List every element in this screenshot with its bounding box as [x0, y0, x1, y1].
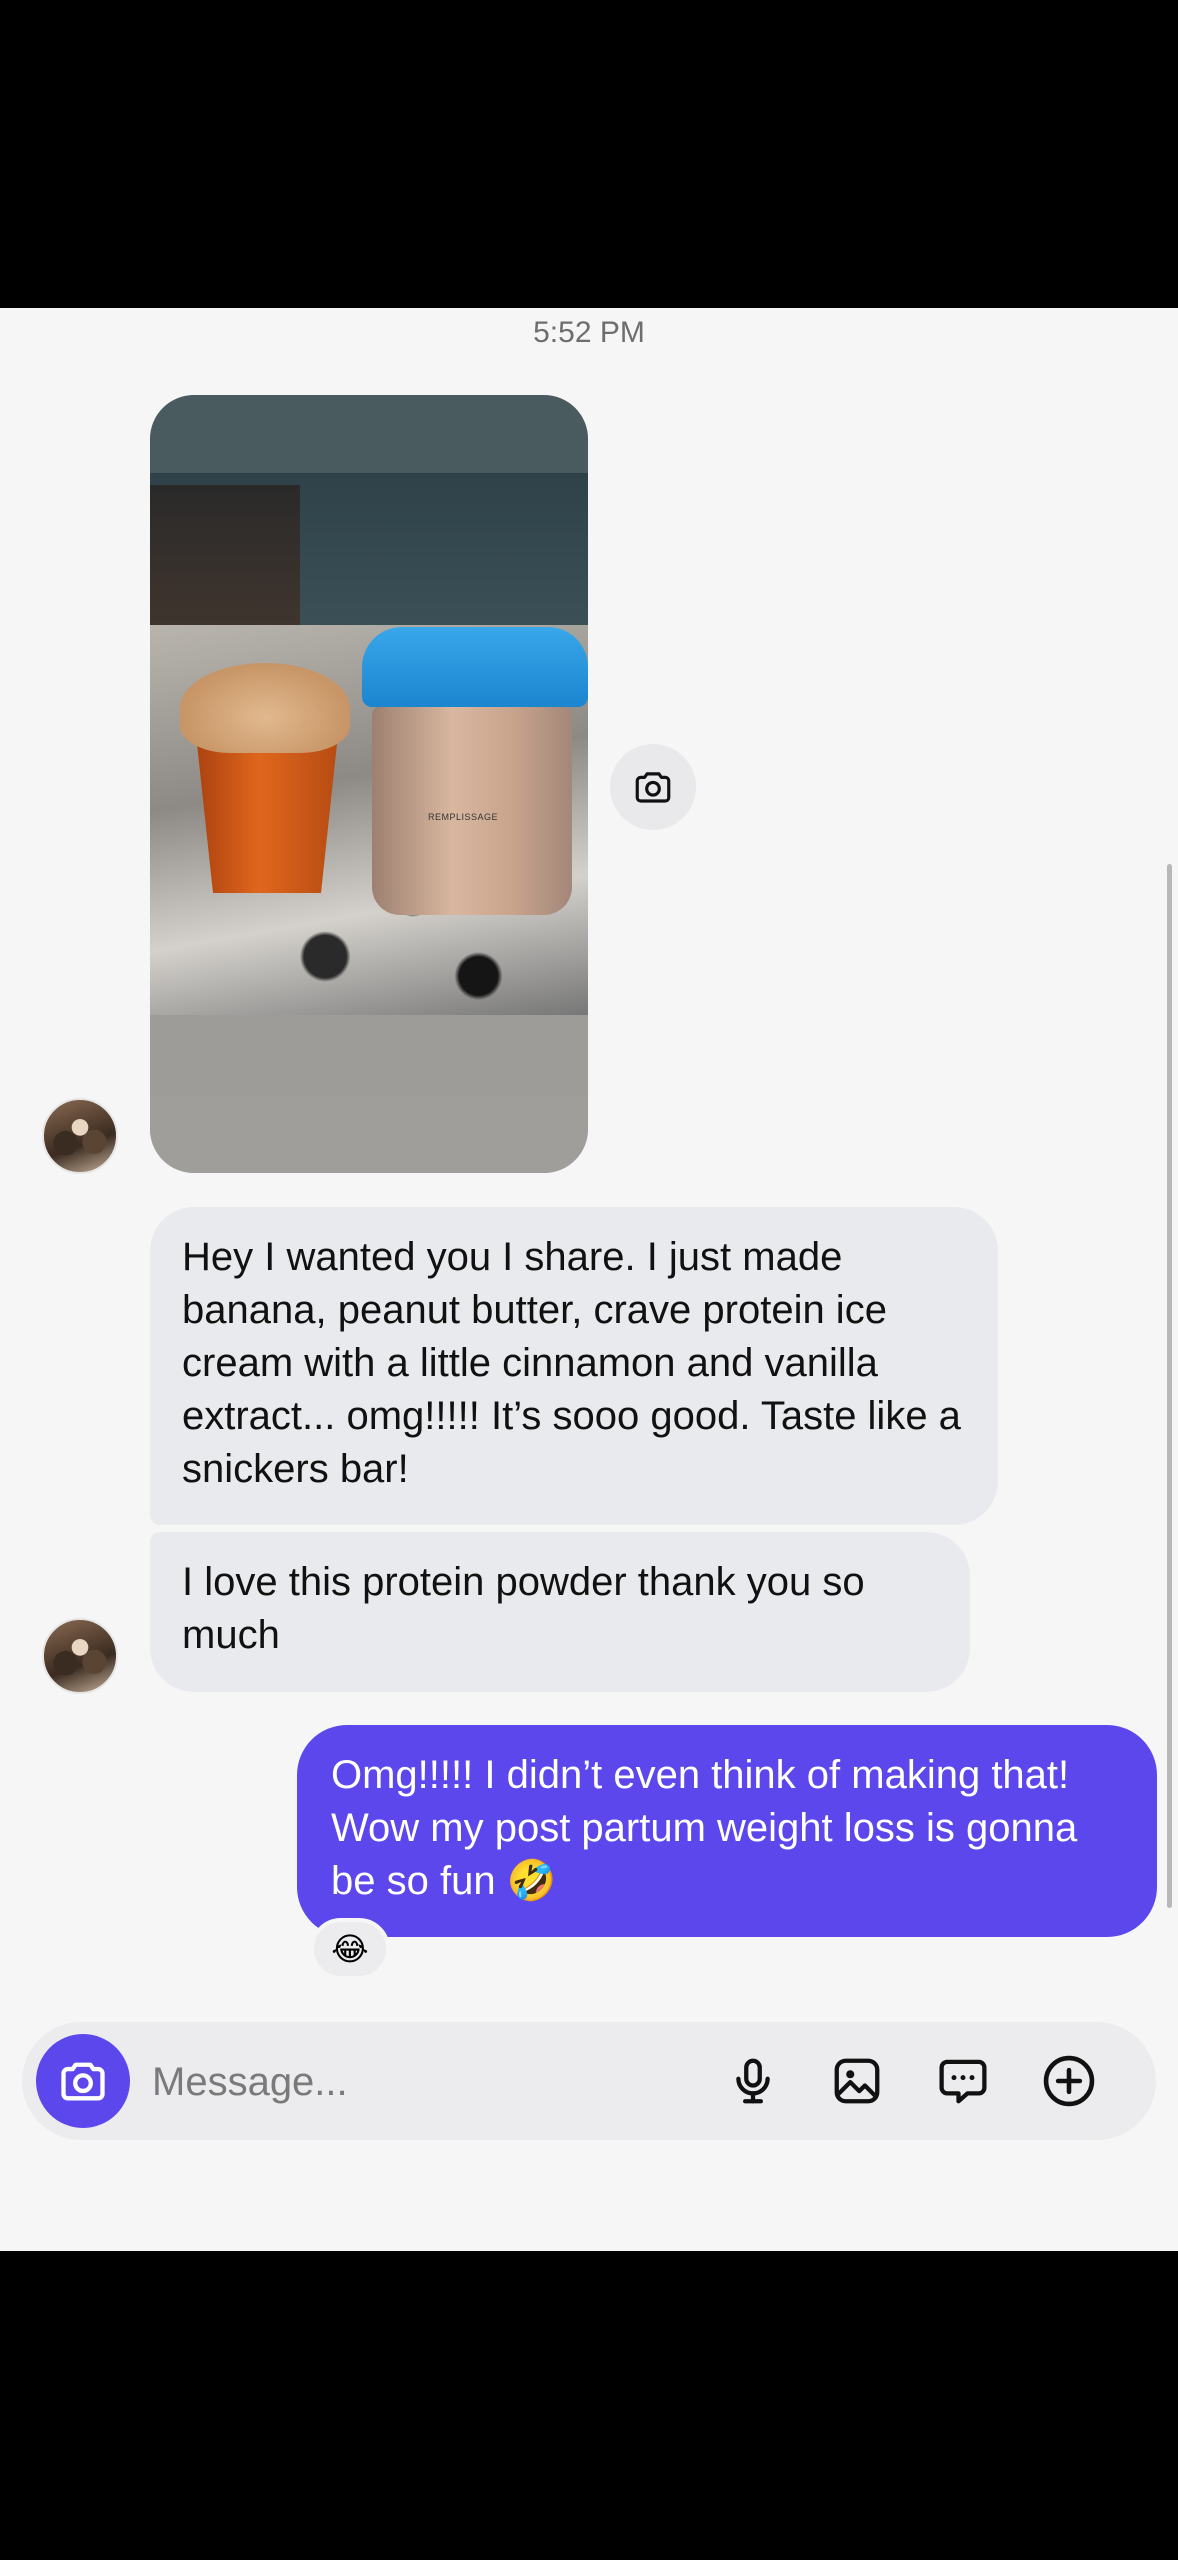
- photo-bottom-bar: [150, 1095, 588, 1173]
- gallery-button[interactable]: [820, 2044, 894, 2118]
- reaction-badge[interactable]: 😂: [310, 1918, 390, 1980]
- avatar[interactable]: [42, 1618, 118, 1694]
- message-text: Omg!!!!! I didn’t even think of making t…: [331, 1753, 1078, 1903]
- message-text: Hey I wanted you I share. I just made ba…: [182, 1235, 961, 1491]
- camera-icon: [635, 772, 671, 803]
- microphone-icon: [736, 2058, 770, 2104]
- avatar[interactable]: [42, 1098, 118, 1174]
- sticker-button[interactable]: [926, 2044, 1000, 2118]
- message-composer: [22, 2022, 1156, 2140]
- incoming-message-bubble[interactable]: I love this protein powder thank you so …: [150, 1532, 970, 1692]
- view-photo-camera-button[interactable]: [610, 744, 696, 830]
- photo-ice-cream-jar: [372, 705, 572, 915]
- message-text: I love this protein powder thank you so …: [182, 1560, 865, 1657]
- photo-jar-lid: [362, 627, 588, 707]
- photo-top-bar: [150, 395, 588, 473]
- chat-bubble-icon: [939, 2059, 987, 2104]
- photo-jar-label: REMPLISSAGE: [428, 812, 499, 822]
- incoming-message-bubble[interactable]: Hey I wanted you I share. I just made ba…: [150, 1207, 998, 1525]
- plus-circle-icon: [1043, 2055, 1095, 2107]
- message-timestamp: 5:52 PM: [533, 316, 645, 349]
- microphone-button[interactable]: [716, 2044, 790, 2118]
- outgoing-message-bubble[interactable]: Omg!!!!! I didn’t even think of making t…: [297, 1725, 1157, 1937]
- scrollbar[interactable]: [1167, 864, 1172, 1908]
- reaction-emoji: 😂: [331, 1931, 369, 1967]
- camera-icon: [61, 2062, 105, 2101]
- add-attachment-button[interactable]: [1032, 2044, 1106, 2118]
- photo-message[interactable]: REMPLISSAGE: [150, 395, 588, 1173]
- photo-ice-cream-scoop: [180, 663, 350, 753]
- chat-screen: 5:52 PM REMPLISSAGE Hey I wanted you I s…: [0, 308, 1178, 2251]
- message-input[interactable]: [150, 2050, 654, 2114]
- gallery-icon: [834, 2058, 880, 2104]
- composer-camera-button[interactable]: [36, 2034, 130, 2128]
